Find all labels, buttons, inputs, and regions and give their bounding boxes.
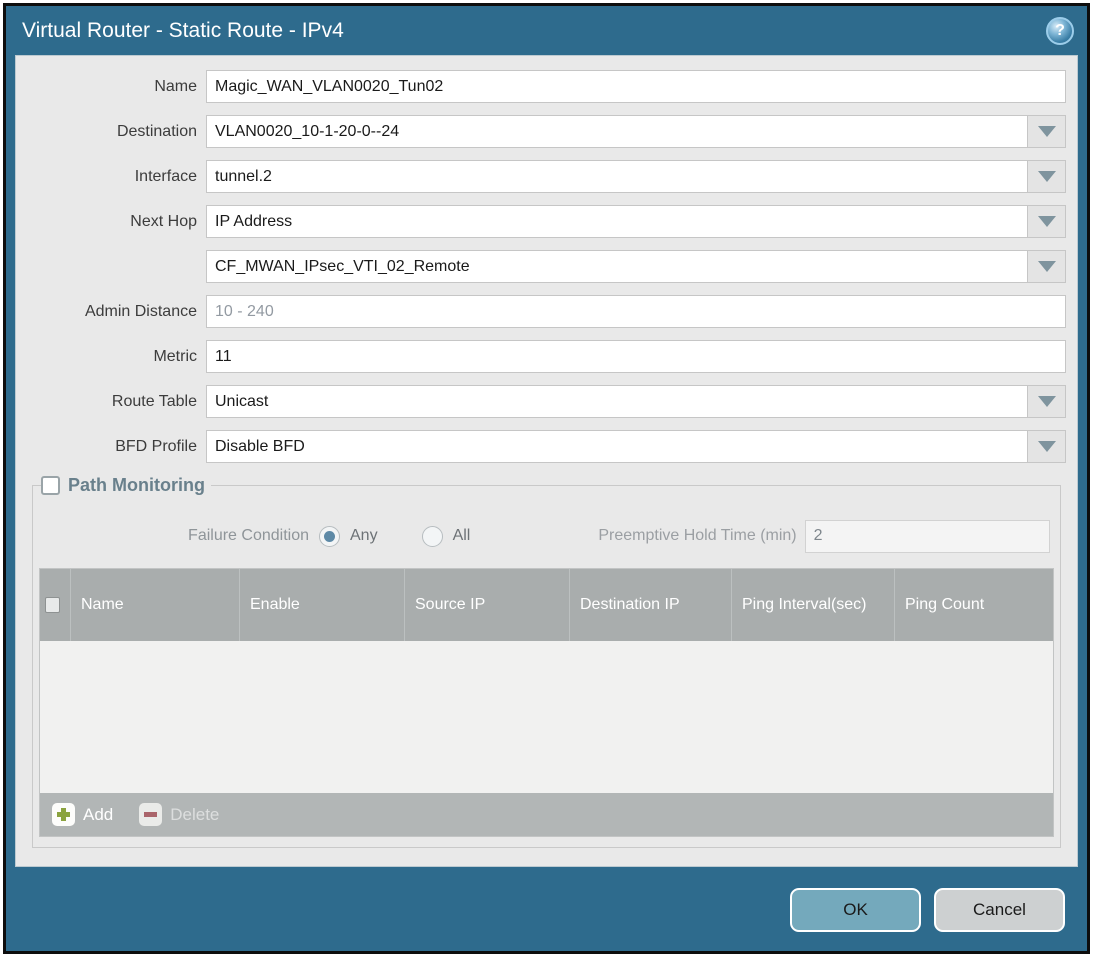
path-monitoring-table: Name Enable Source IP Destination IP Pin… xyxy=(39,568,1054,837)
select-all-checkbox[interactable] xyxy=(45,597,60,613)
next-hop-type-input[interactable] xyxy=(206,205,1028,238)
name-input[interactable] xyxy=(206,70,1066,103)
route-table-dropdown-button[interactable] xyxy=(1028,385,1066,418)
destination-label: Destination xyxy=(16,123,206,141)
form-row-destination: Destination xyxy=(16,115,1066,148)
chevron-down-icon xyxy=(1038,396,1056,407)
next-hop-address-dropdown-button[interactable] xyxy=(1028,250,1066,283)
ok-button[interactable]: OK xyxy=(790,888,921,932)
path-monitoring-legend: Path Monitoring xyxy=(41,475,211,496)
interface-label: Interface xyxy=(16,168,206,186)
next-hop-type-dropdown-button[interactable] xyxy=(1028,205,1066,238)
dialog-content: Name Destination Interface xyxy=(15,55,1078,867)
form-row-next-hop-address xyxy=(16,250,1066,283)
radio-any-icon xyxy=(319,526,340,547)
table-body-empty xyxy=(40,641,1053,793)
name-label: Name xyxy=(16,78,206,96)
radio-all-label: All xyxy=(453,527,471,545)
failure-condition-row: Failure Condition Any All Preemptive Hol… xyxy=(39,518,1054,554)
dialog-title: Virtual Router - Static Route - IPv4 xyxy=(22,19,344,43)
radio-any-label: Any xyxy=(350,527,378,545)
next-hop-address-input[interactable] xyxy=(206,250,1028,283)
table-header-checkbox-cell xyxy=(40,569,70,641)
next-hop-label: Next Hop xyxy=(16,213,206,231)
bfd-profile-dropdown-button[interactable] xyxy=(1028,430,1066,463)
chevron-down-icon xyxy=(1038,441,1056,452)
destination-dropdown-button[interactable] xyxy=(1028,115,1066,148)
column-header-source-ip[interactable]: Source IP xyxy=(404,569,569,641)
chevron-down-icon xyxy=(1038,261,1056,272)
dialog-titlebar: Virtual Router - Static Route - IPv4 xyxy=(6,6,1087,55)
radio-option-any[interactable]: Any xyxy=(319,526,378,547)
column-header-enable[interactable]: Enable xyxy=(239,569,404,641)
plus-icon xyxy=(52,803,75,826)
column-header-destination-ip[interactable]: Destination IP xyxy=(569,569,731,641)
chevron-down-icon xyxy=(1038,126,1056,137)
dialog-footer-buttons: OK Cancel xyxy=(790,888,1065,932)
route-table-input[interactable] xyxy=(206,385,1028,418)
metric-label: Metric xyxy=(16,348,206,366)
form-row-name: Name xyxy=(16,70,1066,103)
form-row-metric: Metric xyxy=(16,340,1066,373)
minus-icon xyxy=(139,803,162,826)
destination-input[interactable] xyxy=(206,115,1028,148)
admin-distance-input[interactable] xyxy=(206,295,1066,328)
form-row-next-hop: Next Hop xyxy=(16,205,1066,238)
path-monitoring-title: Path Monitoring xyxy=(68,475,205,496)
delete-button[interactable]: Delete xyxy=(139,803,219,826)
column-header-ping-count[interactable]: Ping Count xyxy=(894,569,1053,641)
form-row-interface: Interface xyxy=(16,160,1066,193)
metric-input[interactable] xyxy=(206,340,1066,373)
preemptive-hold-time-input[interactable] xyxy=(805,520,1050,553)
cancel-button[interactable]: Cancel xyxy=(934,888,1065,932)
route-table-label: Route Table xyxy=(16,393,206,411)
form-row-admin-distance: Admin Distance xyxy=(16,295,1066,328)
path-monitoring-section: Path Monitoring Failure Condition Any Al… xyxy=(32,475,1061,848)
table-actions-bar: Add Delete xyxy=(40,793,1053,836)
form-row-route-table: Route Table xyxy=(16,385,1066,418)
column-header-name[interactable]: Name xyxy=(70,569,239,641)
add-button-label: Add xyxy=(83,805,113,825)
preemptive-hold-time-label: Preemptive Hold Time (min) xyxy=(598,527,796,545)
static-route-dialog: Virtual Router - Static Route - IPv4 ? N… xyxy=(3,3,1090,954)
admin-distance-label: Admin Distance xyxy=(16,303,206,321)
form-row-bfd-profile: BFD Profile xyxy=(16,430,1066,463)
failure-condition-label: Failure Condition xyxy=(39,527,319,545)
delete-button-label: Delete xyxy=(170,805,219,825)
help-icon[interactable]: ? xyxy=(1046,17,1074,45)
bfd-profile-input[interactable] xyxy=(206,430,1028,463)
static-route-form: Name Destination Interface xyxy=(16,56,1077,463)
radio-all-icon xyxy=(422,526,443,547)
interface-dropdown-button[interactable] xyxy=(1028,160,1066,193)
column-header-ping-interval[interactable]: Ping Interval(sec) xyxy=(731,569,894,641)
failure-condition-radio-group: Any All xyxy=(319,526,470,547)
bfd-profile-label: BFD Profile xyxy=(16,438,206,456)
add-button[interactable]: Add xyxy=(52,803,113,826)
help-icon-glyph: ? xyxy=(1055,22,1065,40)
chevron-down-icon xyxy=(1038,171,1056,182)
radio-option-all[interactable]: All xyxy=(422,526,471,547)
table-header-row: Name Enable Source IP Destination IP Pin… xyxy=(40,569,1053,641)
interface-input[interactable] xyxy=(206,160,1028,193)
path-monitoring-checkbox[interactable] xyxy=(41,476,60,495)
chevron-down-icon xyxy=(1038,216,1056,227)
